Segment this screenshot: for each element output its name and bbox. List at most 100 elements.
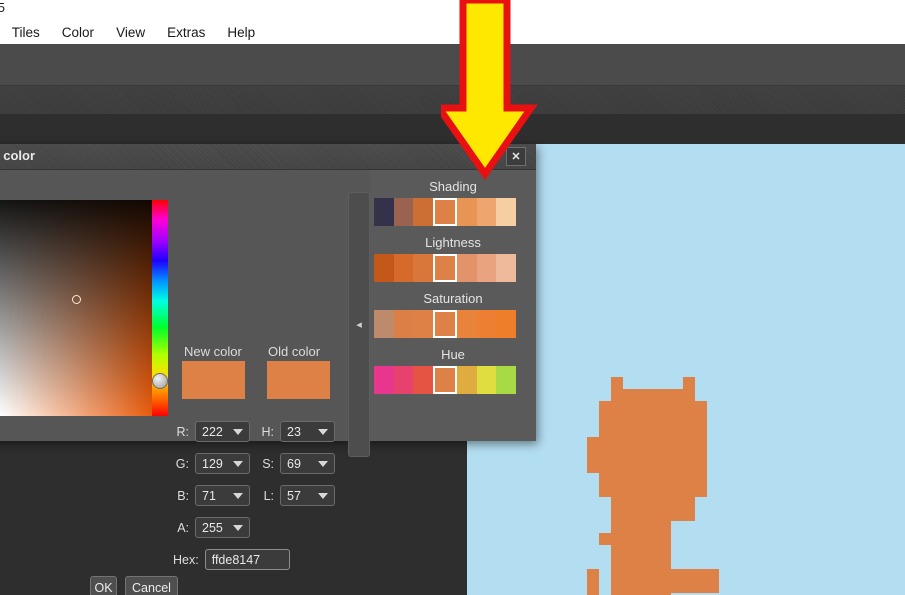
old-color-label: Old color xyxy=(268,344,321,359)
sprite-pixel xyxy=(611,509,695,521)
new-color-label: New color xyxy=(184,344,242,359)
sprite-pixel xyxy=(599,485,707,497)
dialog-title-bar[interactable]: l color ✕ xyxy=(0,144,536,170)
red-field[interactable]: 222 xyxy=(195,421,250,442)
sprite-pixel xyxy=(587,449,707,461)
saturation-value-picker[interactable] xyxy=(0,200,154,416)
saturation-field-group: S: 69 xyxy=(258,453,335,474)
chevron-down-icon[interactable] xyxy=(233,492,243,499)
dialog-body: New color Old color R: 222 G: 129 B: 71 … xyxy=(0,170,536,595)
menu-item-extras[interactable]: Extras xyxy=(156,23,216,42)
sprite-pixel xyxy=(611,569,719,581)
sprite-pixel xyxy=(587,437,707,449)
palette-swatch[interactable] xyxy=(393,366,414,394)
palette-swatch[interactable] xyxy=(374,310,394,338)
palette-swatch[interactable] xyxy=(413,366,434,394)
chevron-down-icon[interactable] xyxy=(318,460,328,467)
palette-swatch[interactable] xyxy=(456,310,477,338)
palette-group-label-shading: Shading xyxy=(429,179,477,194)
sprite-pixel xyxy=(587,569,599,581)
palette-swatch[interactable] xyxy=(393,254,414,282)
lightness-label: L: xyxy=(263,488,274,503)
palette-row-hue xyxy=(374,366,517,394)
close-icon[interactable]: ✕ xyxy=(506,147,526,166)
palette-swatch[interactable] xyxy=(476,310,497,338)
alpha-field[interactable]: 255 xyxy=(195,517,250,538)
menu-item-color[interactable]: Color xyxy=(51,23,105,42)
palette-swatch[interactable] xyxy=(413,310,434,338)
blue-value: 71 xyxy=(202,488,216,503)
cancel-button[interactable]: Cancel xyxy=(125,576,178,595)
hue-field-group: H: 23 xyxy=(258,421,335,442)
sprite-pixel xyxy=(599,413,707,425)
chevron-down-icon[interactable] xyxy=(233,428,243,435)
hex-input[interactable]: ffde8147 xyxy=(204,549,290,570)
hue-label: H: xyxy=(261,424,275,439)
palette-swatch[interactable] xyxy=(413,198,434,226)
palette-swatch[interactable] xyxy=(433,310,457,338)
chevron-down-icon[interactable] xyxy=(318,492,328,499)
alpha-value: 255 xyxy=(202,520,223,535)
green-field[interactable]: 129 xyxy=(195,453,250,474)
palette-swatch[interactable] xyxy=(433,254,457,282)
palette-group-label-lightness: Lightness xyxy=(425,235,481,250)
palette-swatch[interactable] xyxy=(433,366,457,394)
palette-swatch[interactable] xyxy=(413,254,434,282)
saturation-label: S: xyxy=(262,456,274,471)
palette-swatch[interactable] xyxy=(496,198,517,226)
palette-swatch[interactable] xyxy=(374,198,394,226)
palette-swatch[interactable] xyxy=(393,198,414,226)
sprite-pixel xyxy=(611,521,671,533)
sprite-pixel xyxy=(611,389,695,401)
palette-swatch[interactable] xyxy=(456,198,477,226)
palette-swatch[interactable] xyxy=(456,254,477,282)
application-root: .5 ent Tiles Color View Extras Help l co… xyxy=(0,0,905,595)
palette-group-label-hue: Hue xyxy=(441,347,465,362)
blue-field[interactable]: 71 xyxy=(195,485,250,506)
chevron-down-icon[interactable] xyxy=(233,524,243,531)
sprite-pixel xyxy=(587,581,599,593)
old-color-swatch[interactable] xyxy=(267,361,330,399)
red-field-group: R: 222 xyxy=(173,421,250,442)
chevron-down-icon[interactable] xyxy=(318,428,328,435)
sprite-pixel xyxy=(611,377,623,389)
ok-button[interactable]: OK xyxy=(90,576,117,595)
sprite-pixel xyxy=(599,425,707,437)
hue-slider-knob[interactable] xyxy=(152,373,168,389)
menu-item-view[interactable]: View xyxy=(105,23,156,42)
chevron-left-icon: ◂ xyxy=(356,319,362,331)
menu-bar: .5 ent Tiles Color View Extras Help xyxy=(0,0,905,44)
new-color-swatch[interactable] xyxy=(182,361,245,399)
menu-item-tiles[interactable]: Tiles xyxy=(1,23,51,42)
palette-swatch[interactable] xyxy=(496,366,517,394)
lightness-field[interactable]: 57 xyxy=(280,485,335,506)
palette-row-shading xyxy=(374,198,517,226)
sprite-pixel xyxy=(683,377,695,389)
hue-field[interactable]: 23 xyxy=(280,421,335,442)
palette-swatch[interactable] xyxy=(433,198,457,226)
hex-label: Hex: xyxy=(173,552,199,567)
chevron-down-icon[interactable] xyxy=(233,460,243,467)
palette-swatch[interactable] xyxy=(476,198,497,226)
toolbar-hatched-strip xyxy=(0,86,905,114)
sprite-pixel xyxy=(611,545,671,557)
palette-swatch[interactable] xyxy=(496,310,517,338)
panel-collapse-handle[interactable]: ◂ xyxy=(348,192,370,457)
menu-item-help[interactable]: Help xyxy=(216,23,266,42)
saturation-value: 69 xyxy=(287,456,301,471)
palette-swatch[interactable] xyxy=(476,366,497,394)
sprite-pixel xyxy=(611,581,719,593)
palette-swatch[interactable] xyxy=(374,366,394,394)
saturation-field[interactable]: 69 xyxy=(280,453,335,474)
palette-swatch[interactable] xyxy=(374,254,394,282)
palette-swatch[interactable] xyxy=(393,310,414,338)
red-label: R: xyxy=(176,424,190,439)
palette-swatch[interactable] xyxy=(496,254,517,282)
red-value: 222 xyxy=(202,424,223,439)
green-value: 129 xyxy=(202,456,223,471)
blue-field-group: B: 71 xyxy=(173,485,250,506)
palette-swatch[interactable] xyxy=(476,254,497,282)
dialog-title-text: l color xyxy=(0,148,36,163)
palette-swatch[interactable] xyxy=(456,366,477,394)
blue-label: B: xyxy=(177,488,189,503)
